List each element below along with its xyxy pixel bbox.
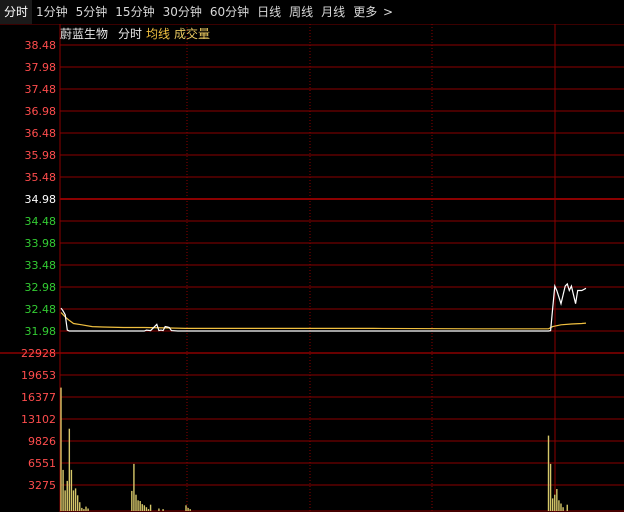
volume-tick-label: 16377: [21, 391, 56, 404]
price-tick-label: 34.98: [25, 193, 57, 206]
tab-more-label: 更多: [353, 5, 378, 19]
price-tick-label: 37.48: [25, 83, 57, 96]
price-tick-label: 33.98: [25, 237, 57, 250]
price-tick-label: 34.48: [25, 215, 57, 228]
tab-weekly[interactable]: 周线: [285, 0, 317, 24]
price-tick-label: 36.98: [25, 105, 57, 118]
series-price-line: [60, 282, 587, 332]
volume-tick-label: 22928: [21, 347, 56, 360]
price-tick-label: 36.48: [25, 127, 57, 140]
legend-intraday: 分时: [118, 27, 142, 41]
tab-daily[interactable]: 日线: [253, 0, 285, 24]
price-tick-label: 37.98: [25, 61, 57, 74]
tab-more[interactable]: 更多 >: [349, 0, 397, 24]
volume-tick-label: 3275: [28, 479, 56, 492]
legend-volume: 成交量: [174, 26, 210, 41]
tab-intraday[interactable]: 分时: [0, 0, 33, 24]
period-tab-bar: 分时 1分钟 5分钟 15分钟 30分钟 60分钟 日线 周线 月线 更多 >: [0, 0, 624, 25]
price-tick-label: 33.48: [25, 259, 57, 272]
tab-5min[interactable]: 5分钟: [72, 0, 112, 24]
series-avg-line: [60, 312, 587, 330]
tab-30min[interactable]: 30分钟: [159, 0, 206, 24]
price-tick-label: 38.48: [25, 39, 57, 52]
tab-15min[interactable]: 15分钟: [111, 0, 158, 24]
price-tick-label: 35.98: [25, 149, 57, 162]
intraday-chart[interactable]: 38.48 37.98 37.48 36.98 36.48 35.98 35.48 34.98…: [0, 24, 624, 512]
volume-tick-label: 13102: [21, 413, 56, 426]
chevron-right-icon: >: [383, 5, 394, 19]
price-tick-label: 31.98: [25, 325, 57, 338]
price-tick-label: 35.48: [25, 171, 57, 184]
tab-1min[interactable]: 1分钟: [32, 0, 72, 24]
volume-tick-label: 6551: [28, 457, 56, 470]
tab-60min[interactable]: 60分钟: [206, 0, 253, 24]
price-tick-label: 32.98: [25, 281, 57, 294]
stock-name: 蔚蓝生物: [60, 27, 108, 41]
volume-tick-label: 19653: [21, 369, 56, 382]
tab-monthly[interactable]: 月线: [317, 0, 349, 24]
volume-tick-label: 9826: [28, 435, 56, 448]
legend-avg-line: 均线: [146, 27, 170, 41]
price-tick-label: 32.48: [25, 303, 57, 316]
